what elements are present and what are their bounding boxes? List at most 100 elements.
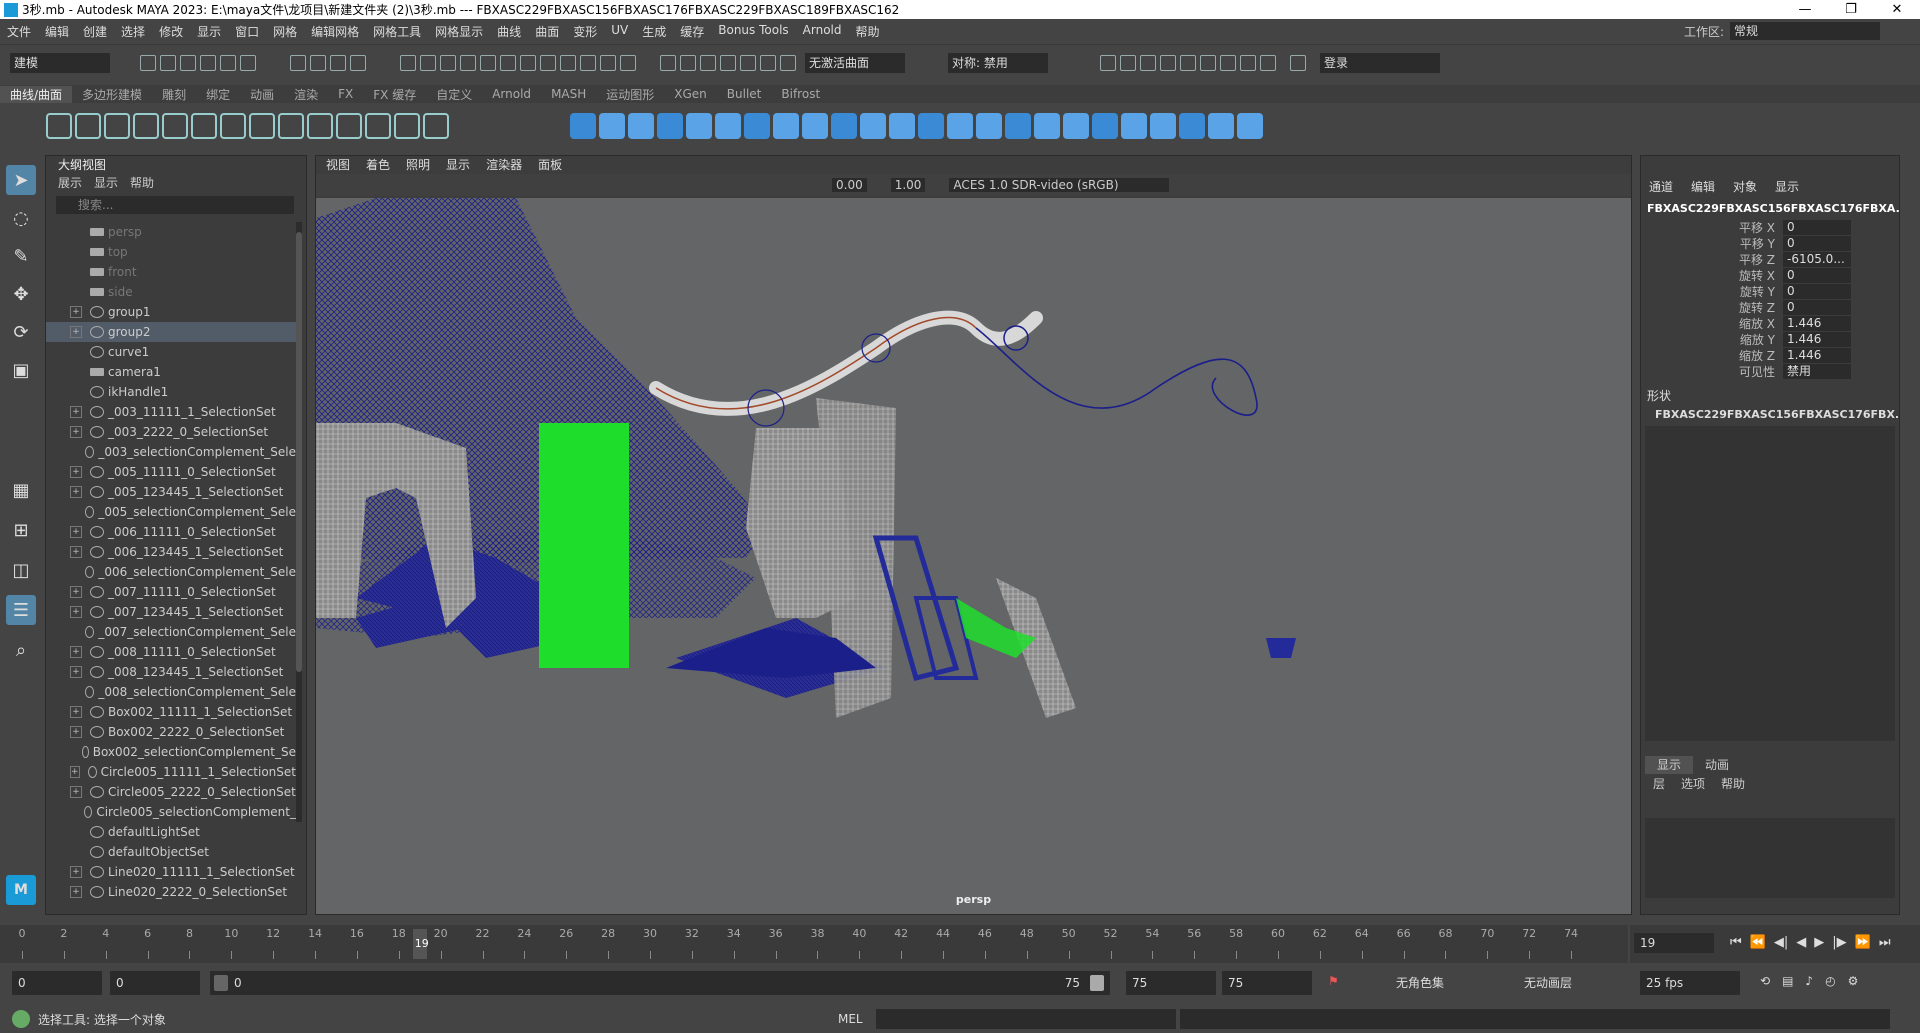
scene-view[interactable]: persp <box>316 198 1631 914</box>
outliner-row[interactable]: + Box002_11111_1_SelectionSet <box>46 702 296 722</box>
live-surface-field[interactable]: 无激活曲面 <box>805 53 905 73</box>
maya-home-icon[interactable]: M <box>6 875 36 905</box>
surface-shelf-icon[interactable] <box>976 113 1002 139</box>
menu-item[interactable]: 修改 <box>152 23 190 40</box>
cache-icon[interactable]: ▤ <box>1782 974 1793 988</box>
expand-icon[interactable]: + <box>70 546 82 558</box>
playback-start-field[interactable]: 0 <box>110 971 200 995</box>
outliner-row[interactable]: Circle005_selectionComplement_ <box>46 802 296 822</box>
viewport-menu-item[interactable]: 渲染器 <box>486 156 522 174</box>
statusline-tool-icon[interactable] <box>1200 55 1216 71</box>
menu-item[interactable]: 曲面 <box>528 23 566 40</box>
expand-icon[interactable]: + <box>70 666 82 678</box>
surface-shelf-icon[interactable] <box>889 113 915 139</box>
attribute-value[interactable]: 1.446 <box>1783 331 1851 347</box>
statusline-tool-icon[interactable] <box>1160 55 1176 71</box>
attribute-value[interactable]: 0 <box>1783 235 1851 251</box>
outliner-row[interactable]: persp <box>46 222 296 242</box>
statusline-tool-icon[interactable] <box>480 55 496 71</box>
expand-icon[interactable]: + <box>70 786 82 798</box>
menu-item[interactable]: 曲线 <box>490 23 528 40</box>
statusline-tool-icon[interactable] <box>420 55 436 71</box>
channel-attribute[interactable]: 平移 Z -6105.0... <box>1641 251 1899 267</box>
surface-shelf-icon[interactable] <box>1150 113 1176 139</box>
outliner-row[interactable]: Box002_selectionComplement_Se <box>46 742 296 762</box>
surface-shelf-icon[interactable] <box>570 113 596 139</box>
layout-single-icon[interactable]: ▦ <box>6 475 36 505</box>
shelf-tab[interactable]: 绑定 <box>196 86 240 103</box>
expand-icon[interactable]: + <box>70 486 82 498</box>
curve-shelf-icon[interactable] <box>423 113 449 139</box>
curve-shelf-icon[interactable] <box>307 113 333 139</box>
expand-icon[interactable]: + <box>70 606 82 618</box>
layer-menu-item[interactable]: 层 <box>1653 774 1665 794</box>
surface-shelf-icon[interactable] <box>628 113 654 139</box>
menu-set-dropdown[interactable]: 建模 <box>10 53 110 73</box>
outliner-row[interactable]: side <box>46 282 296 302</box>
shelf-tab[interactable]: 雕刻 <box>152 86 196 103</box>
menu-item[interactable]: 选择 <box>114 23 152 40</box>
menu-item[interactable]: 变形 <box>566 23 604 40</box>
outliner-row[interactable]: + Circle005_2222_0_SelectionSet <box>46 782 296 802</box>
statusline-tool-icon[interactable] <box>600 55 616 71</box>
outliner-row[interactable]: defaultObjectSet <box>46 842 296 862</box>
statusline-tool-icon[interactable] <box>180 55 196 71</box>
layer-tab[interactable]: 动画 <box>1693 756 1741 774</box>
paint-select-icon[interactable]: ✎ <box>6 241 36 271</box>
shelf-tab[interactable]: MASH <box>541 87 596 101</box>
layer-tab[interactable]: 显示 <box>1645 756 1694 774</box>
attribute-value[interactable]: -6105.0... <box>1783 251 1851 267</box>
viewport-menu-item[interactable]: 显示 <box>446 156 470 174</box>
scale-tool-icon[interactable]: ▣ <box>6 355 36 385</box>
fps-dropdown[interactable]: 25 fps <box>1640 971 1740 995</box>
menu-item[interactable]: 编辑 <box>38 23 76 40</box>
surface-shelf-icon[interactable] <box>1121 113 1147 139</box>
outliner-scrollbar[interactable] <box>296 222 302 822</box>
move-tool-icon[interactable]: ✥ <box>6 279 36 309</box>
expand-icon[interactable]: + <box>70 466 82 478</box>
play-backward-icon[interactable]: ◀ <box>1796 935 1806 950</box>
shelf-tab[interactable]: Bullet <box>717 87 772 101</box>
menu-item[interactable]: 编辑网格 <box>304 23 366 40</box>
outliner-row[interactable]: + _008_123445_1_SelectionSet <box>46 662 296 682</box>
statusline-tool-icon[interactable] <box>400 55 416 71</box>
surface-shelf-icon[interactable] <box>918 113 944 139</box>
outliner-row[interactable]: + _003_11111_1_SelectionSet <box>46 402 296 422</box>
surface-shelf-icon[interactable] <box>599 113 625 139</box>
statusline-tool-icon[interactable] <box>620 55 636 71</box>
statusline-tool-icon[interactable] <box>720 55 736 71</box>
channel-attribute[interactable]: 缩放 Y 1.446 <box>1641 331 1899 347</box>
statusline-tool-icon[interactable] <box>310 55 326 71</box>
play-forward-icon[interactable]: ▶ <box>1814 935 1824 950</box>
step-back-frame-icon[interactable]: ◀| <box>1774 935 1788 950</box>
outliner-menu-item[interactable]: 帮助 <box>130 174 154 192</box>
channel-attribute[interactable]: 平移 X 0 <box>1641 219 1899 235</box>
step-back-key-icon[interactable]: ⏪ <box>1750 935 1766 950</box>
loop-icon[interactable]: ⟲ <box>1760 974 1770 988</box>
channel-attribute[interactable]: 缩放 Z 1.446 <box>1641 347 1899 363</box>
statusline-tool-icon[interactable] <box>1120 55 1136 71</box>
surface-shelf-icon[interactable] <box>860 113 886 139</box>
expand-icon[interactable]: + <box>70 866 82 878</box>
expand-icon[interactable]: + <box>70 306 82 318</box>
anim-layer-dropdown[interactable]: 无动画层 <box>1518 971 1628 995</box>
curve-shelf-icon[interactable] <box>191 113 217 139</box>
menu-item[interactable]: Arnold <box>796 23 849 40</box>
outliner-menu-item[interactable]: 展示 <box>58 174 82 192</box>
statusline-tool-icon[interactable] <box>1180 55 1196 71</box>
rotate-tool-icon[interactable]: ⟳ <box>6 317 36 347</box>
symmetry-dropdown[interactable]: 对称: 禁用 <box>948 53 1048 73</box>
curve-shelf-icon[interactable] <box>75 113 101 139</box>
shape-object-name[interactable]: FBXASC229FBXASC156FBXASC176FBX... <box>1641 408 1899 421</box>
menu-item[interactable]: 网格 <box>266 23 304 40</box>
surface-shelf-icon[interactable] <box>1092 113 1118 139</box>
surface-shelf-icon[interactable] <box>773 113 799 139</box>
curve-shelf-icon[interactable] <box>133 113 159 139</box>
outliner-row[interactable]: + Circle005_11111_1_SelectionSet <box>46 762 296 782</box>
shelf-tab[interactable]: 自定义 <box>426 86 482 103</box>
channelbox-menu-item[interactable]: 通道 <box>1649 178 1673 196</box>
menu-item[interactable]: UV <box>604 23 635 40</box>
channelbox-menu-item[interactable]: 显示 <box>1775 178 1799 196</box>
select-tool-icon[interactable]: ➤ <box>6 165 36 195</box>
surface-shelf-icon[interactable] <box>657 113 683 139</box>
